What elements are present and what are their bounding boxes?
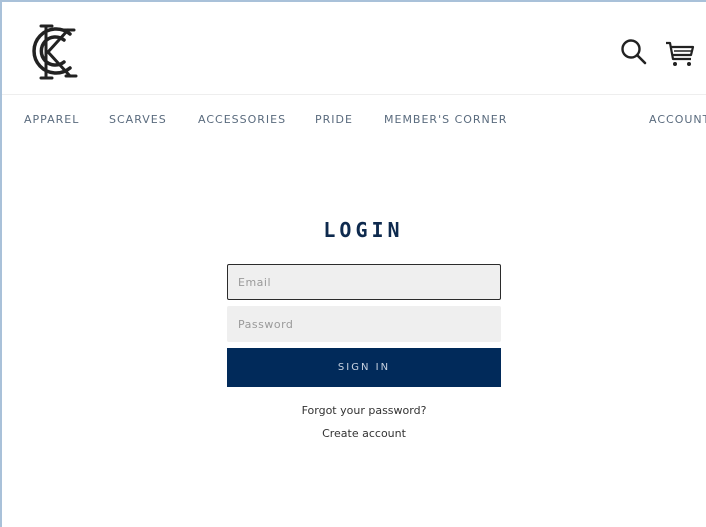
search-button[interactable] (620, 38, 648, 66)
password-field[interactable] (227, 306, 501, 342)
sign-in-button[interactable]: SIGN IN (227, 348, 501, 387)
page-title: LOGIN (323, 218, 404, 242)
nav-item-pride[interactable]: PRIDE (315, 113, 353, 126)
nav-item-apparel[interactable]: APPAREL (24, 113, 79, 126)
search-icon (621, 39, 647, 65)
cart-icon (666, 41, 695, 66)
nav-item-members-corner[interactable]: MEMBER'S CORNER (384, 113, 507, 126)
nav-item-scarves[interactable]: SCARVES (109, 113, 167, 126)
nav-item-accessories[interactable]: ACCESSORIES (198, 113, 286, 126)
main-nav: APPAREL SCARVES ACCESSORIES PRIDE MEMBER… (2, 95, 706, 143)
kc-monogram-logo[interactable] (24, 20, 84, 82)
create-account-link[interactable]: Create account (227, 427, 501, 440)
nav-item-account[interactable]: ACCOUNT (649, 113, 706, 126)
site-header (2, 2, 706, 95)
email-field[interactable] (227, 264, 501, 300)
forgot-password-link[interactable]: Forgot your password? (227, 404, 501, 417)
cart-button[interactable] (664, 40, 696, 68)
